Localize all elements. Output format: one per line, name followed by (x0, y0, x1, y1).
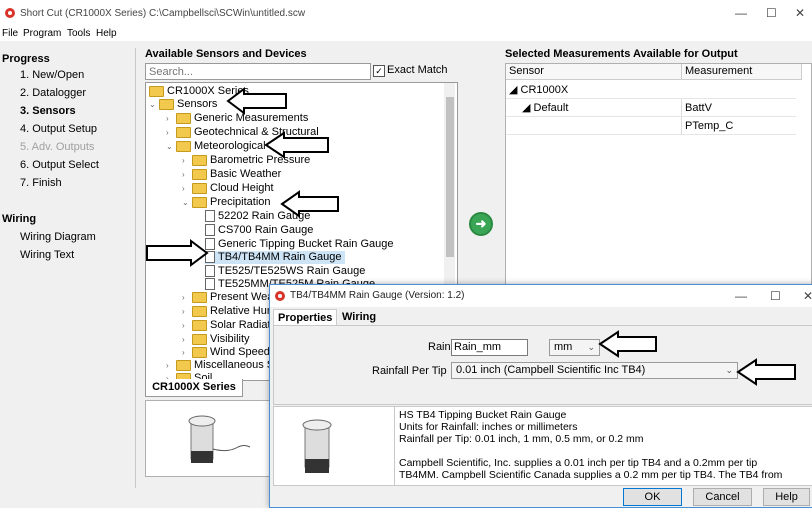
arrow-left-icon (280, 190, 339, 218)
arrow-left-icon (598, 330, 657, 358)
arrow-right-icon (146, 239, 209, 267)
annotation-arrows (146, 87, 796, 386)
arrow-left-icon (226, 87, 287, 115)
arrow-left-icon (264, 131, 329, 159)
arrow-left-icon (736, 358, 796, 386)
